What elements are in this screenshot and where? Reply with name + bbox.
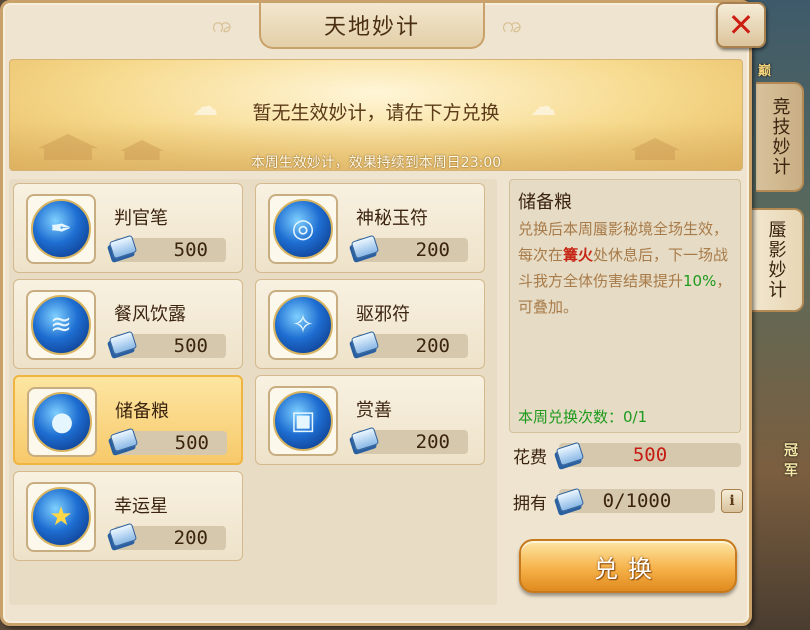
item-card[interactable]: ◎ 神秘玉符 200 (255, 183, 485, 273)
scroll-currency-icon (350, 328, 380, 358)
owned-value: 0/1000 (602, 490, 672, 512)
cost-bar: 500 (555, 441, 741, 467)
gift-box-icon: ▣ (273, 391, 333, 451)
close-button[interactable]: ✕ (716, 2, 766, 48)
item-price: 500 (109, 427, 227, 455)
exorcism-charm-icon: ✧ (273, 295, 333, 355)
item-card[interactable]: ✧ 驱邪符 200 (255, 279, 485, 369)
grain-sack-icon: ● (32, 392, 92, 452)
owned-label: 拥有 (513, 494, 547, 514)
swirl-decoration-icon: ꩠ (212, 13, 233, 38)
item-name: 神秘玉符 (356, 208, 428, 229)
tab-mirage-strategy[interactable]: 蜃影妙计 (748, 208, 804, 312)
tab-label: 竞技妙计 (769, 97, 791, 177)
item-price-value: 200 (415, 335, 450, 357)
item-name: 餐风饮露 (114, 304, 186, 325)
item-card[interactable]: ✒ 判官笔 500 (13, 183, 243, 273)
item-card-selected[interactable]: ● 储备粮 500 (13, 375, 243, 465)
item-price: 500 (108, 234, 226, 262)
info-button[interactable]: i (721, 489, 743, 513)
scroll-currency-icon (350, 424, 380, 454)
item-price-value: 500 (174, 432, 209, 454)
detail-title: 储备粮 (518, 192, 572, 213)
item-icon-frame: ✒ (26, 194, 96, 264)
wind-dew-icon: ≋ (31, 295, 91, 355)
scroll-currency-icon (109, 425, 139, 455)
detail-desc-percent: 10% (683, 272, 717, 290)
item-price: 200 (108, 522, 226, 550)
item-icon-frame: ● (27, 387, 97, 457)
item-price-value: 500 (173, 335, 208, 357)
page-title: 天地妙计 (323, 15, 420, 40)
close-icon: ✕ (727, 6, 755, 44)
item-price: 200 (350, 330, 468, 358)
item-name: 幸运星 (114, 496, 168, 517)
item-icon-frame: ≋ (26, 290, 96, 360)
background-text: 巅 (758, 64, 772, 79)
item-card[interactable]: ▣ 赏善 200 (255, 375, 485, 465)
lucky-star-icon: ★ (31, 487, 91, 547)
scroll-currency-icon (108, 520, 138, 550)
weekly-exchange-count: 本周兑换次数：0/1 (518, 408, 648, 426)
item-price-value: 500 (173, 239, 208, 261)
item-price-value: 200 (173, 527, 208, 549)
jade-talisman-icon: ◎ (273, 199, 333, 259)
exchange-button-label: 兑换 (594, 554, 662, 583)
banner-message: 暂无生效妙计，请在下方兑换 (252, 102, 500, 124)
scroll-currency-icon (108, 232, 138, 262)
tab-label: 蜃影妙计 (765, 220, 787, 300)
item-icon-frame: ◎ (268, 194, 338, 264)
brush-icon: ✒ (31, 199, 91, 259)
effect-banner: ☁ ☁ 暂无生效妙计，请在下方兑换 本周生效妙计，效果持续到本周日23:00 (9, 59, 743, 171)
banner-sub-message: 本周生效妙计，效果持续到本周日23:00 (250, 155, 502, 171)
item-price: 200 (350, 426, 468, 454)
item-price-value: 200 (415, 431, 450, 453)
cost-value: 500 (632, 444, 668, 466)
item-icon-frame: ★ (26, 482, 96, 552)
cost-label: 花费 (513, 448, 547, 468)
item-name: 判官笔 (114, 208, 168, 229)
item-price-value: 200 (415, 239, 450, 261)
item-detail-panel: 储备粮 兑换后本周蜃影秘境全场生效，每次在篝火处休息后，下一场战斗我方全体伤害结… (509, 179, 741, 433)
scroll-currency-icon (350, 232, 380, 262)
item-name: 赏善 (356, 400, 392, 421)
item-icon-frame: ✧ (268, 290, 338, 360)
item-card[interactable]: ★ 幸运星 200 (13, 471, 243, 561)
item-price: 500 (108, 330, 226, 358)
item-name: 驱邪符 (356, 304, 410, 325)
owned-row: 拥有 0/1000 i (509, 487, 743, 515)
title-plate: 天地妙计 (259, 3, 485, 49)
strategy-panel: 天地妙计 ☁ ☁ 暂无生效妙计，请在下方兑换 本周生效妙计，效果持续到本周日23… (0, 0, 752, 626)
scroll-currency-icon (108, 328, 138, 358)
swirl-decoration-icon: ꩠ (502, 13, 523, 38)
owned-bar: 0/1000 (555, 487, 715, 513)
item-price: 200 (350, 234, 468, 262)
detail-desc-highlight: 篝火 (563, 246, 594, 264)
tab-arena-strategy[interactable]: 竞技妙计 (756, 82, 804, 192)
cost-row: 花费 500 (509, 441, 741, 469)
item-grid: ✒ 判官笔 500 ◎ 神秘玉符 200 ≋ 餐风饮露 500 ✧ 驱邪符 20… (9, 179, 497, 605)
item-icon-frame: ▣ (268, 386, 338, 456)
item-card[interactable]: ≋ 餐风饮露 500 (13, 279, 243, 369)
detail-description: 兑换后本周蜃影秘境全场生效，每次在篝火处休息后，下一场战斗我方全体伤害结果提升1… (518, 216, 738, 320)
exchange-button[interactable]: 兑换 (519, 539, 737, 593)
background-text: 冠军 (784, 443, 798, 479)
item-name: 储备粮 (115, 401, 169, 422)
